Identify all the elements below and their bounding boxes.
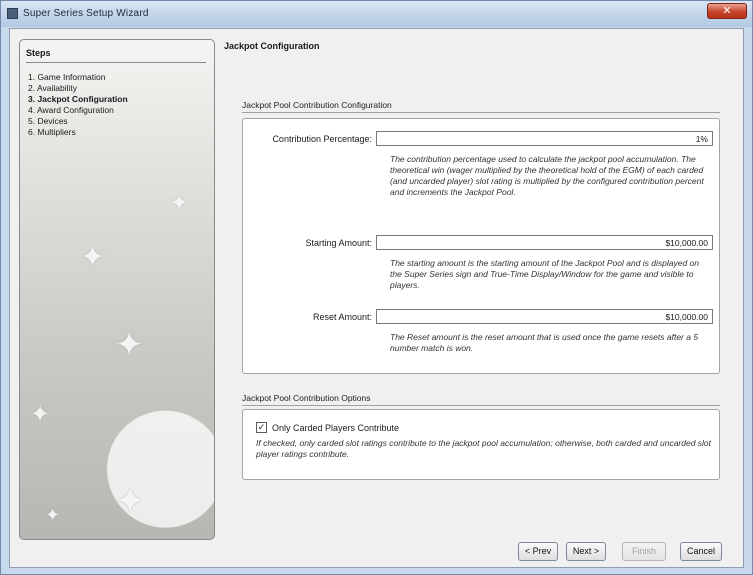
reset-amount-input[interactable]: $10,000.00 [376, 309, 713, 324]
app-icon [7, 8, 18, 19]
section-divider [242, 405, 720, 406]
options-section-label: Jackpot Pool Contribution Options [242, 393, 371, 403]
reset-amount-description: The Reset amount is the reset amount tha… [390, 332, 699, 353]
wizard-body: Steps 1. Game Information 2. Availabilit… [9, 28, 744, 568]
prev-button[interactable]: < Prev [518, 542, 558, 561]
step-item: 1. Game Information [28, 72, 106, 82]
star-decoration-icon: ✦ [170, 190, 189, 215]
title-bar[interactable]: Super Series Setup Wizard ✕ [1, 1, 752, 27]
step-item: 6. Multipliers [28, 127, 76, 137]
cancel-button[interactable]: Cancel [680, 542, 722, 561]
contribution-description: The contribution percentage used to calc… [390, 154, 704, 197]
page-title: Jackpot Configuration [224, 41, 320, 51]
starting-amount-description: The starting amount is the starting amou… [390, 258, 700, 290]
only-carded-checkbox[interactable]: ✓ [256, 422, 267, 433]
step-item: 5. Devices [28, 116, 68, 126]
pool-section-label: Jackpot Pool Contribution Configuration [242, 100, 392, 110]
section-divider [242, 112, 720, 113]
steps-panel: Steps 1. Game Information 2. Availabilit… [19, 39, 215, 540]
only-carded-description: If checked, only carded slot ratings con… [256, 438, 712, 459]
star-decoration-icon: ✦ [45, 505, 61, 525]
contribution-percentage-label: Contribution Percentage: [272, 134, 372, 144]
close-button[interactable]: ✕ [707, 3, 747, 19]
wizard-window: Super Series Setup Wizard ✕ Steps 1. Gam… [0, 0, 753, 575]
star-decoration-icon: ✦ [80, 241, 106, 274]
reset-amount-label: Reset Amount: [312, 312, 372, 322]
finish-button[interactable]: Finish [622, 542, 666, 561]
step-item: 4. Award Configuration [28, 105, 114, 115]
next-button[interactable]: Next > [566, 542, 606, 561]
contribution-percentage-input[interactable]: 1% [376, 131, 713, 146]
starting-amount-label: Starting Amount: [305, 238, 372, 248]
step-item-current: 3. Jackpot Configuration [28, 94, 128, 104]
star-decoration-icon: ✦ [30, 401, 51, 428]
window-title: Super Series Setup Wizard [23, 8, 149, 19]
star-decoration-icon: ✦ [115, 480, 146, 521]
steps-list: 1. Game Information 2. Availability 3. J… [28, 72, 128, 138]
only-carded-label[interactable]: Only Carded Players Contribute [272, 423, 399, 433]
star-decoration-icon: ✦ [115, 326, 144, 364]
steps-header: Steps [26, 48, 206, 63]
step-item: 2. Availability [28, 83, 77, 93]
starting-amount-input[interactable]: $10,000.00 [376, 235, 713, 250]
